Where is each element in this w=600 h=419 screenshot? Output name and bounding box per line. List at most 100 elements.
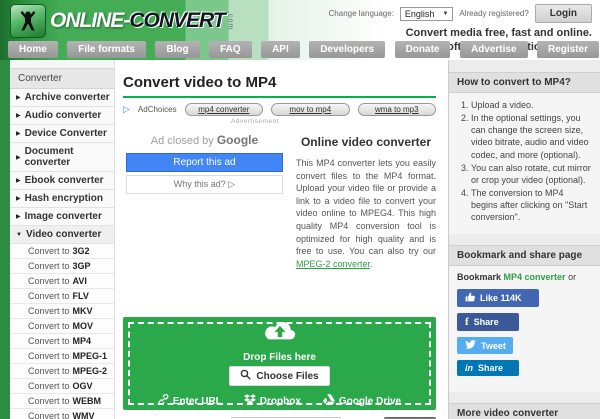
subitem-format: WEBM — [72, 396, 102, 406]
chevron-down-icon: ▼ — [16, 231, 22, 238]
mpeg2-converter-link[interactable]: MPEG-2 converter — [296, 259, 370, 269]
ad-slot: Ad closed by Google Report this ad Why t… — [123, 131, 286, 270]
chevron-right-icon: ▶ — [16, 154, 21, 161]
logo-text-online: ONLINE- — [50, 9, 130, 32]
ad-link-mp4-converter[interactable]: mp4 converter — [184, 103, 264, 116]
chevron-right-icon: ▶ — [16, 131, 21, 137]
chevron-right-icon: ▶ — [16, 95, 21, 101]
tweet-label: Tweet — [481, 340, 506, 351]
login-button[interactable]: Login — [534, 4, 592, 23]
title-divider — [123, 96, 436, 98]
google-drive-button[interactable]: Google Drive — [322, 394, 402, 408]
advertisement-label: Advertisement — [230, 118, 280, 125]
facebook-share-button[interactable]: f Share — [457, 313, 519, 332]
drop-files-label: Drop Files here — [243, 352, 316, 364]
sidebar-item-video-converter[interactable]: ▼ Video converter — [10, 226, 114, 244]
sidebar-header: Converter — [10, 68, 114, 89]
ad-link-mov-to-mp4[interactable]: mov to mp4 — [271, 103, 350, 116]
subitem-format: AVI — [72, 276, 87, 286]
sidebar-item-label: Ebook converter — [24, 175, 104, 186]
ad-closed-prefix: Ad closed by — [150, 135, 217, 147]
already-registered-link[interactable]: Already registered? — [459, 9, 528, 18]
share-title: Bookmark and share page — [449, 245, 600, 267]
tweet-button[interactable]: Tweet — [457, 337, 513, 355]
upload-source-row: Enter URL Dropbox Google Drive — [158, 394, 401, 408]
sidebar-subitem-convert-to-mp4[interactable]: Convert to MP4 — [10, 334, 114, 349]
nav-file-formats[interactable]: File formats — [67, 41, 146, 58]
sidebar-subitem-convert-to-wmv[interactable]: Convert to WMV — [10, 409, 114, 419]
search-icon — [240, 369, 252, 383]
cloud-upload-icon — [262, 319, 298, 349]
nav-donate[interactable]: Donate — [394, 41, 451, 58]
sidebar-subitem-convert-to-webm[interactable]: Convert to WEBM — [10, 394, 114, 409]
linkedin-share-label: Share — [478, 363, 504, 374]
subitem-prefix: Convert to — [28, 336, 70, 346]
howto-steps: Upload a video. In the optional settings… — [457, 99, 592, 223]
main-content: Convert video to MP4 ▷ AdChoices mp4 con… — [115, 60, 448, 419]
language-select[interactable]: English ▼ — [399, 6, 454, 21]
sidebar-item-audio-converter[interactable]: ▶ Audio converter — [10, 107, 114, 125]
nav-faq[interactable]: FAQ — [209, 41, 252, 58]
bookmark-suffix: or — [565, 272, 577, 283]
sidebar-subitem-convert-to-mpeg-1[interactable]: Convert to MPEG-1 — [10, 349, 114, 364]
sidebar-item-device-converter[interactable]: ▶ Device Converter — [10, 125, 114, 143]
article-text-end: . — [370, 258, 373, 269]
sidebar-item-document-converter[interactable]: ▶ Document converter — [10, 143, 114, 172]
subitem-format: OGV — [72, 381, 93, 391]
sidebar-subitem-convert-to-mkv[interactable]: Convert to MKV — [10, 304, 114, 319]
adchoices-row: ▷ AdChoices mp4 converter mov to mp4 wma… — [123, 102, 437, 117]
converter-sidebar: Converter ▶ Archive converter ▶ Audio co… — [10, 60, 115, 419]
nav-advertise[interactable]: Advertise — [459, 41, 528, 58]
sidebar-item-image-converter[interactable]: ▶ Image converter — [10, 208, 114, 226]
nav-home[interactable]: Home — [8, 41, 58, 58]
dropbox-button[interactable]: Dropbox — [243, 394, 301, 408]
logo-figure-icon — [10, 4, 46, 38]
more-converters-section: More video converter 3G2 video converter… — [449, 403, 600, 419]
howto-title: How to convert to MP4? — [449, 72, 600, 93]
sidebar-subitem-convert-to-flv[interactable]: Convert to FLV — [10, 289, 114, 304]
sidebar-subitem-convert-to-3g2[interactable]: Convert to 3G2 — [10, 244, 114, 259]
facebook-like-button[interactable]: Like 114K — [457, 289, 539, 308]
chevron-down-icon: ▼ — [442, 10, 449, 17]
sidebar-subitem-convert-to-3gp[interactable]: Convert to 3GP — [10, 259, 114, 274]
nav-developers[interactable]: Developers — [309, 41, 386, 58]
language-selected-value: English — [404, 8, 435, 19]
subitem-prefix: Convert to — [28, 351, 70, 361]
sidebar-item-hash-encryption[interactable]: ▶ Hash encryption — [10, 190, 114, 208]
nav-api[interactable]: API — [261, 41, 300, 58]
bookmark-mp4-converter-link[interactable]: MP4 converter — [504, 272, 566, 282]
subitem-prefix: Convert to — [28, 246, 70, 256]
subitem-format: MPEG-2 — [72, 366, 108, 376]
left-accent-strip — [0, 60, 10, 419]
howto-step: In the optional settings, you can change… — [471, 112, 592, 161]
subitem-format: MP4 — [72, 336, 92, 346]
sidebar-subitem-convert-to-mpeg-2[interactable]: Convert to MPEG-2 — [10, 364, 114, 379]
nav-register[interactable]: Register — [536, 41, 599, 58]
linkedin-share-button[interactable]: in Share — [457, 360, 519, 377]
sidebar-item-ebook-converter[interactable]: ▶ Ebook converter — [10, 172, 114, 190]
adchoices-label[interactable]: AdChoices — [138, 105, 177, 114]
subitem-format: 3G2 — [72, 246, 90, 256]
share-section: Bookmark and share page Bookmark MP4 con… — [449, 245, 600, 393]
file-dropzone[interactable]: Drop Files here Choose Files Enter URL D… — [123, 317, 436, 411]
bookmark-line: Bookmark MP4 converter or — [457, 272, 592, 282]
enter-url-button[interactable]: Enter URL — [158, 394, 222, 408]
chevron-right-icon: ▶ — [16, 196, 21, 202]
site-logo[interactable]: ONLINE- CONVERT .com — [10, 4, 234, 38]
dropbox-label: Dropbox — [259, 395, 301, 407]
sidebar-item-label: Device Converter — [24, 128, 107, 139]
sidebar-subitem-convert-to-mov[interactable]: Convert to MOV — [10, 319, 114, 334]
sidebar-subitem-convert-to-avi[interactable]: Convert to AVI — [10, 274, 114, 289]
subitem-prefix: Convert to — [28, 366, 70, 376]
google-drive-label: Google Drive — [338, 395, 402, 407]
sidebar-subitem-convert-to-ogv[interactable]: Convert to OGV — [10, 379, 114, 394]
sidebar-item-archive-converter[interactable]: ▶ Archive converter — [10, 89, 114, 107]
howto-section: How to convert to MP4? Upload a video. I… — [449, 72, 600, 235]
main-navigation: Home File formats Blog FAQ API Developer… — [0, 39, 600, 58]
report-ad-button[interactable]: Report this ad — [126, 153, 283, 172]
ad-link-wma-to-mp3[interactable]: wma to mp3 — [357, 103, 437, 116]
nav-blog[interactable]: Blog — [155, 41, 200, 58]
dropbox-icon — [243, 394, 256, 408]
choose-files-button[interactable]: Choose Files — [229, 366, 330, 387]
why-this-ad-button[interactable]: Why this ad? ▷ — [126, 175, 283, 194]
